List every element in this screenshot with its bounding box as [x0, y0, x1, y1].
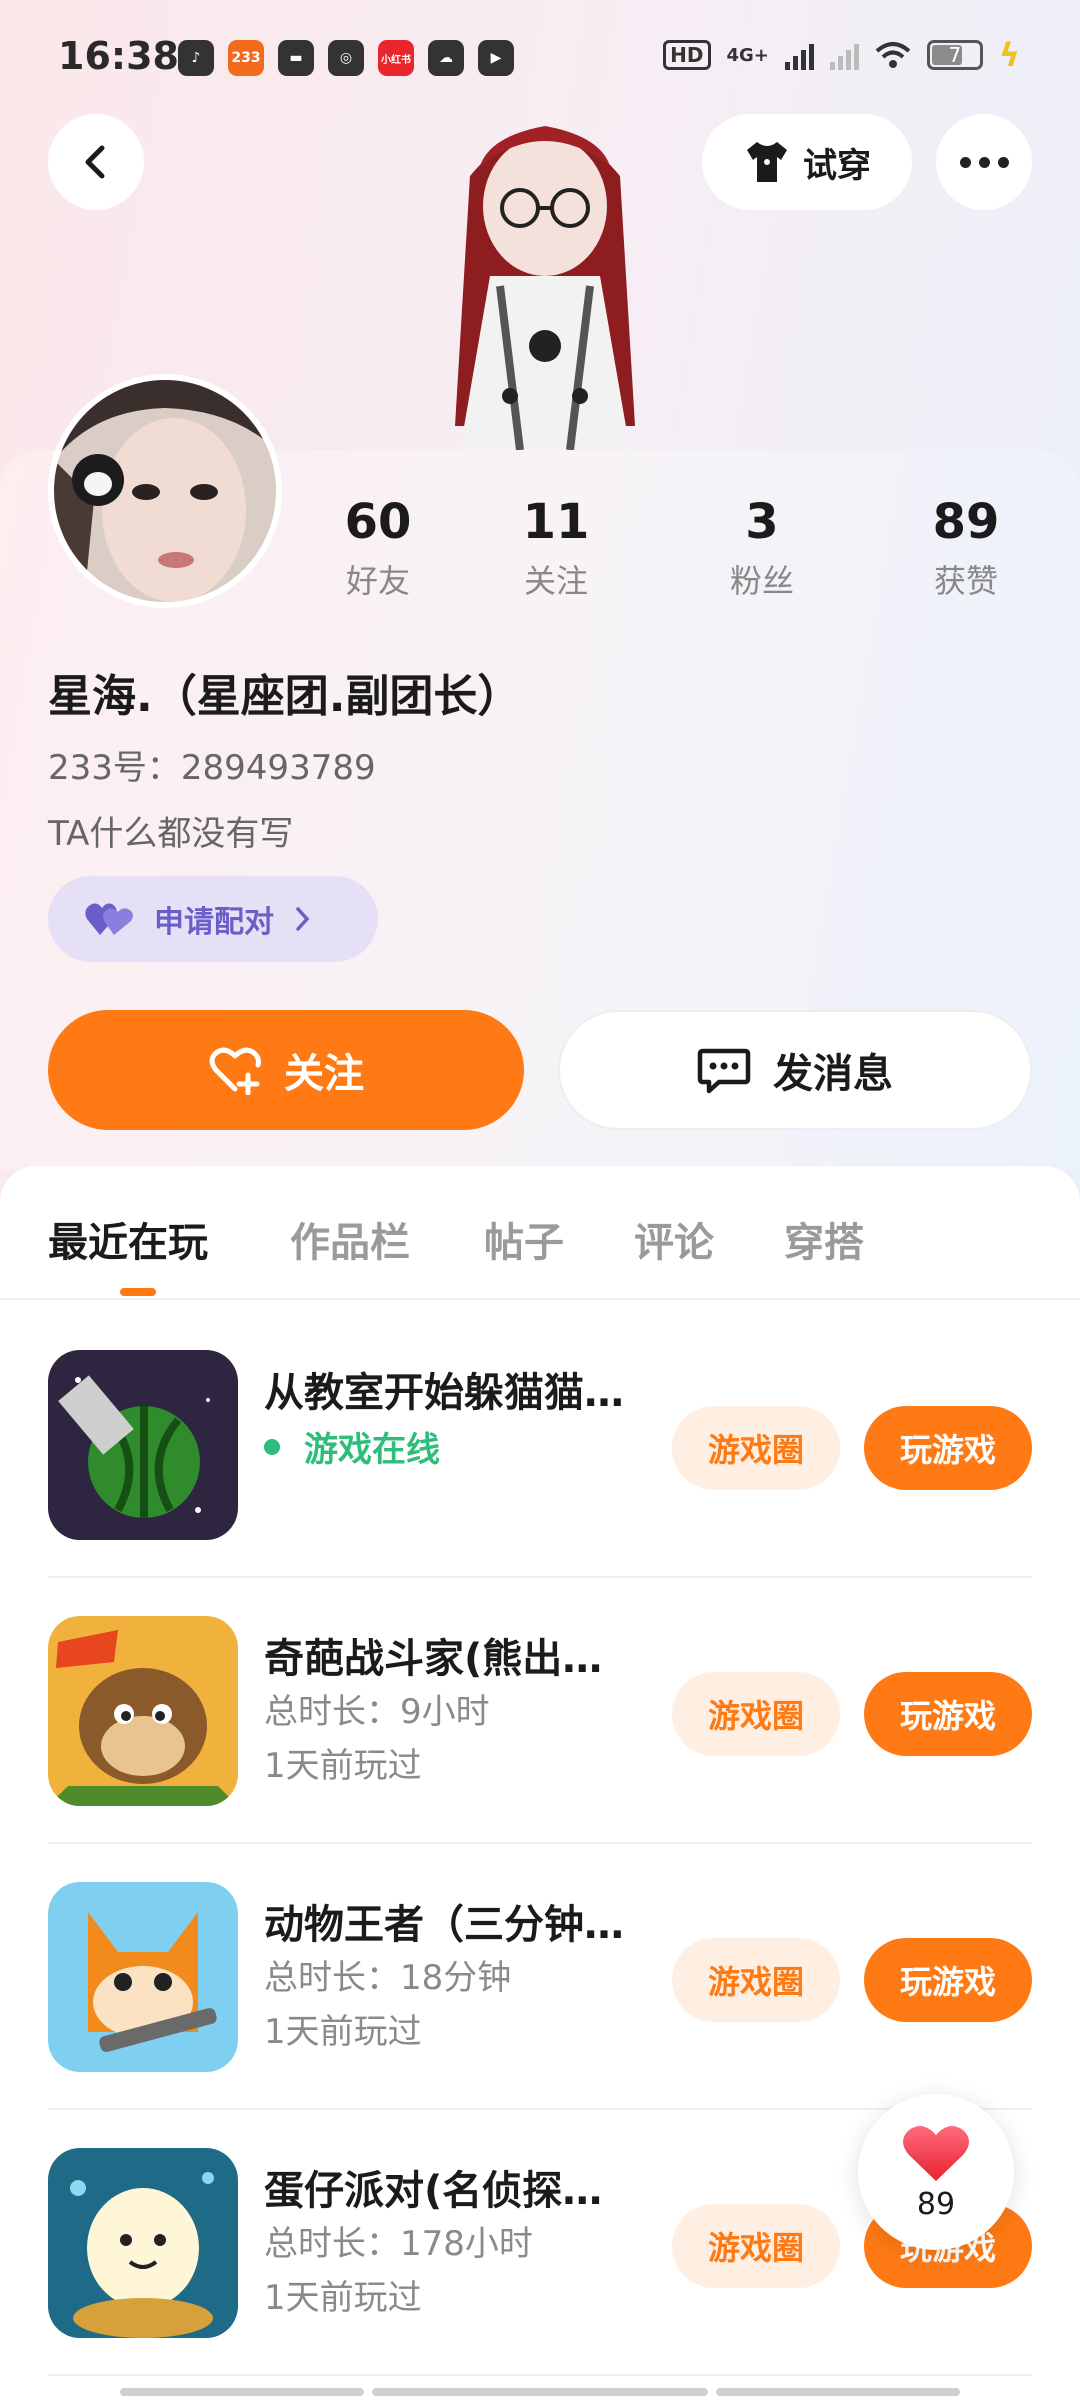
tab-recently-played[interactable]: 最近在玩 [48, 1210, 208, 1268]
xiaohongshu-icon: 小红书 [378, 40, 414, 76]
bio: TA什么都没有写 [48, 814, 294, 854]
game-title: 奇葩战斗家(熊出… [264, 1636, 603, 1682]
avatar-photo [54, 380, 276, 602]
game-icon-monkey [48, 1616, 238, 1806]
tab-works[interactable]: 作品栏 [290, 1210, 410, 1268]
game-last-played: 1天前玩过 [264, 2012, 422, 2052]
game-row[interactable]: 奇葩战斗家(熊出… 总时长：9小时 1天前玩过 游戏圈 玩游戏 [0, 1566, 1080, 1832]
online-dot-icon [264, 1438, 280, 1455]
more-icon-dot [997, 156, 1009, 168]
home-indicator [716, 2388, 960, 2396]
stat-fans[interactable]: 3 粉丝 [682, 494, 842, 602]
planet-icon: ◎ [328, 40, 364, 76]
like-count: 89 [916, 2186, 956, 2222]
game-total-duration: 总时长：18分钟 [264, 1958, 512, 1998]
game-last-played: 1天前玩过 [264, 1746, 422, 1786]
game-title: 动物王者（三分钟… [264, 1902, 624, 1948]
game-last-played: 1天前玩过 [264, 2278, 422, 2318]
wechat-icon: ☁ [428, 40, 464, 76]
game-title: 蛋仔派对(名侦探… [264, 2168, 603, 2214]
network-label: 4G+ [726, 44, 769, 66]
game-circle-button[interactable]: 游戏圈 [672, 1672, 840, 1756]
tab-bar: 最近在玩 作品栏 帖子 评论 穿搭 [0, 1166, 1080, 1300]
game-row[interactable]: 从教室开始躲猫猫… 游戏在线 游戏圈 玩游戏 [0, 1300, 1080, 1566]
stat-label: 好友 [345, 562, 410, 600]
stat-friends[interactable]: 60 好友 [298, 494, 458, 602]
stat-following[interactable]: 11 关注 [476, 494, 636, 602]
heart-plus-icon [209, 1047, 261, 1095]
game-total-duration: 总时长：9小时 [264, 1692, 490, 1732]
stat-value: 3 [745, 494, 779, 550]
stat-value: 89 [932, 494, 1000, 550]
game-online-label: 游戏在线 [304, 1430, 440, 1470]
user-id-value: 289493789 [180, 748, 376, 788]
more-options-button[interactable] [936, 114, 1032, 210]
request-pair-label: 申请配对 [154, 905, 274, 940]
game-icon-eggy [48, 2148, 238, 2338]
heart-icon [903, 2125, 969, 2181]
try-on-label: 试穿 [803, 145, 871, 186]
game-circle-button[interactable]: 游戏圈 [672, 1938, 840, 2022]
game-icon-watermelon [48, 1350, 238, 1540]
status-app-icons: ♪ 233 ▬ ◎ 小红书 ☁ ▶ [178, 40, 514, 76]
chevron-right-icon [296, 907, 310, 931]
request-pair-button[interactable]: 申请配对 [48, 876, 378, 962]
stat-value: 11 [522, 494, 590, 550]
stat-value: 60 [344, 494, 412, 550]
game-title: 从教室开始躲猫猫… [264, 1370, 624, 1416]
try-on-button[interactable]: 试穿 [702, 114, 912, 210]
game-total-duration: 总时长：178小时 [264, 2224, 533, 2264]
nickname: 星海.（星座团.副团长） [48, 671, 522, 722]
floating-like-button[interactable]: 89 [858, 2094, 1014, 2250]
user-id[interactable]: 233号：289493789 [48, 740, 376, 789]
tab-outfits[interactable]: 穿搭 [784, 1210, 864, 1268]
stat-label: 关注 [523, 562, 588, 600]
profile-page: 16:38 ♪ 233 ▬ ◎ 小红书 ☁ ▶ HD 4G+ 7 ϟ 试穿 60… [0, 0, 1080, 2400]
follow-button[interactable]: 关注 [48, 1010, 524, 1130]
send-message-label: 发消息 [773, 1051, 893, 1097]
active-tab-indicator [120, 1288, 156, 1296]
follow-label: 关注 [284, 1051, 364, 1097]
more-icon [959, 156, 971, 168]
app-233-icon: 233 [228, 40, 264, 76]
inbox-icon: ▬ [278, 40, 314, 76]
tab-comments[interactable]: 评论 [634, 1210, 714, 1268]
game-circle-button[interactable]: 游戏圈 [672, 1406, 840, 1490]
charging-icon: ϟ [998, 36, 1020, 74]
divider [48, 2374, 1032, 2376]
status-time: 16:38 [58, 34, 179, 78]
user-id-label: 233号： [48, 748, 181, 788]
hd-icon: HD [663, 40, 711, 70]
wifi-icon [875, 42, 911, 68]
send-message-button[interactable]: 发消息 [558, 1010, 1032, 1130]
stat-label: 获赞 [933, 562, 998, 600]
status-right: HD 4G+ 7 ϟ [663, 36, 1020, 74]
tshirt-icon [747, 142, 787, 182]
game-online-status: 游戏在线 [264, 1422, 440, 1471]
back-button[interactable] [48, 114, 144, 210]
tab-posts[interactable]: 帖子 [484, 1210, 564, 1268]
signal-icon [784, 40, 814, 70]
tiktok-icon: ♪ [178, 40, 214, 76]
chat-bubble-icon [697, 1048, 751, 1094]
stat-likes[interactable]: 89 获赞 [886, 494, 1046, 602]
stat-label: 粉丝 [729, 562, 794, 600]
home-indicator [372, 2388, 708, 2396]
double-heart-icon [85, 903, 133, 935]
play-game-button[interactable]: 玩游戏 [864, 1938, 1032, 2022]
game-row[interactable]: 动物王者（三分钟… 总时长：18分钟 1天前玩过 游戏圈 玩游戏 [0, 1832, 1080, 2098]
player-icon: ▶ [478, 40, 514, 76]
avatar[interactable] [48, 374, 282, 608]
chevron-left-icon [85, 145, 105, 179]
play-game-button[interactable]: 玩游戏 [864, 1672, 1032, 1756]
game-icon-fox [48, 1882, 238, 2072]
home-indicator [120, 2388, 364, 2396]
game-circle-button[interactable]: 游戏圈 [672, 2204, 840, 2288]
avatar-3d-figure [455, 126, 635, 450]
play-game-button[interactable]: 玩游戏 [864, 1406, 1032, 1490]
signal-secondary-icon [829, 40, 859, 70]
battery-icon: 7 [926, 40, 983, 70]
more-icon-dot [978, 156, 990, 168]
